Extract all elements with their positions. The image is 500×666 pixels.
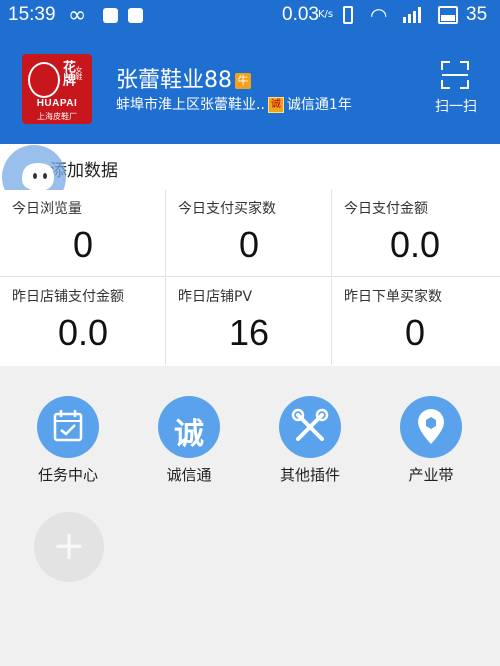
cheng-glyph: 诚 bbox=[174, 417, 204, 452]
logo-small-text: 女鞋 bbox=[75, 66, 83, 80]
app-label: 诚信通 bbox=[166, 466, 212, 484]
notification-icon bbox=[103, 8, 118, 23]
net-speed: 0.03 bbox=[282, 4, 319, 25]
app-chengxintong[interactable]: 诚 诚信通 bbox=[139, 396, 239, 485]
cow-badge-icon: 牛 bbox=[235, 73, 251, 89]
logo-text-en: HUAPAI bbox=[36, 98, 78, 109]
logo-text-cn: 花牌 bbox=[60, 60, 75, 86]
stat-value: 0.0 bbox=[57, 312, 109, 353]
scan-label: 扫一扫 bbox=[435, 99, 477, 115]
stat-label: 昨日下单买家数 bbox=[344, 289, 442, 305]
app-other-plugins[interactable]: 其他插件 bbox=[260, 396, 360, 485]
battery-level: 35 bbox=[466, 4, 488, 25]
stat-label: 昨日店铺支付金额 bbox=[12, 289, 124, 305]
stat-value: 0.0 bbox=[389, 224, 441, 265]
app-label: 产业带 bbox=[408, 466, 454, 484]
stat-label: 今日支付买家数 bbox=[178, 201, 276, 217]
status-bar: 15:39 ∞ 0.03 K/s ◠ 35 bbox=[0, 0, 500, 32]
stat-value: 0 bbox=[404, 312, 426, 353]
cheng-icon: 诚 bbox=[158, 396, 220, 458]
status-time: 15:39 bbox=[8, 4, 56, 25]
net-unit: K/s bbox=[318, 9, 334, 20]
wifi-icon: ◠ bbox=[370, 3, 388, 27]
add-data-bar[interactable]: 添加数据 bbox=[0, 144, 500, 191]
stat-label: 今日支付金额 bbox=[344, 201, 428, 217]
stat-yesterday-pv[interactable]: 昨日店铺PV 16 bbox=[166, 278, 332, 365]
vibrate-icon bbox=[343, 6, 353, 24]
store-address: 蚌埠市淮上区张蕾鞋业.. 诚诚信通1年 bbox=[116, 94, 352, 114]
stat-label: 昨日店铺PV bbox=[178, 289, 253, 305]
app-task-center[interactable]: 任务中心 bbox=[18, 396, 118, 485]
apps-panel: 任务中心 诚 诚信通 其他插件 产业带 + bbox=[0, 366, 500, 666]
app-label: 其他插件 bbox=[279, 466, 340, 484]
logo-subtext: 上海皮鞋厂 bbox=[37, 112, 77, 121]
plus-icon: + bbox=[52, 523, 86, 569]
app-label: 任务中心 bbox=[37, 466, 98, 484]
stat-value: 16 bbox=[228, 312, 270, 353]
scan-icon bbox=[441, 61, 469, 89]
location-pin-icon bbox=[400, 396, 462, 458]
store-name[interactable]: 张蕾鞋业88 牛 bbox=[116, 62, 251, 94]
cert-text: 诚信通1年 bbox=[286, 97, 352, 113]
store-name-text: 张蕾鞋业88 bbox=[116, 68, 232, 93]
tools-icon bbox=[279, 396, 341, 458]
app-industry-belt[interactable]: 产业带 bbox=[381, 396, 481, 485]
stat-yesterday-orders[interactable]: 昨日下单买家数 0 bbox=[332, 278, 500, 365]
store-logo[interactable]: 花牌 HUAPAI 上海皮鞋厂 女鞋 bbox=[22, 54, 92, 124]
battery-icon bbox=[438, 6, 458, 24]
scan-button[interactable]: 扫一扫 bbox=[428, 56, 488, 115]
stat-today-amount[interactable]: 今日支付金额 0.0 bbox=[332, 190, 500, 277]
logo-mark bbox=[28, 62, 60, 98]
stat-label: 今日浏览量 bbox=[12, 201, 82, 217]
stat-value: 0 bbox=[238, 224, 260, 265]
cert-icon: 诚 bbox=[267, 97, 284, 113]
stat-yesterday-amount[interactable]: 昨日店铺支付金额 0.0 bbox=[0, 278, 166, 365]
infinity-icon: ∞ bbox=[68, 3, 87, 28]
store-header: 花牌 HUAPAI 上海皮鞋厂 女鞋 张蕾鞋业88 牛 蚌埠市淮上区张蕾鞋业.. 诚… bbox=[0, 32, 500, 144]
calendar-check-icon bbox=[37, 396, 99, 458]
stats-grid: 今日浏览量 0 今日支付买家数 0 今日支付金额 0.0 昨日店铺支付金额 0.… bbox=[0, 190, 500, 366]
signal-icon bbox=[402, 5, 424, 23]
stat-today-views[interactable]: 今日浏览量 0 bbox=[0, 190, 166, 277]
stat-today-buyers[interactable]: 今日支付买家数 0 bbox=[166, 190, 332, 277]
stat-value: 0 bbox=[72, 224, 94, 265]
mail-icon bbox=[128, 8, 143, 23]
address-text: 蚌埠市淮上区张蕾鞋业.. bbox=[116, 97, 265, 113]
add-app-button[interactable]: + bbox=[34, 512, 104, 582]
